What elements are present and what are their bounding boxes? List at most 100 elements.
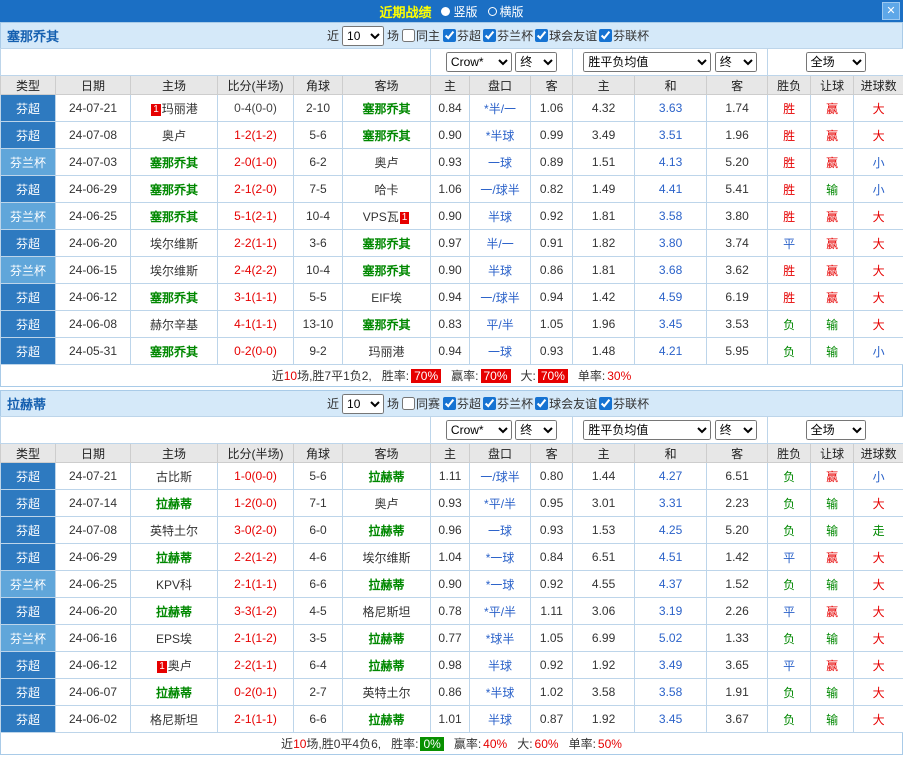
handicap-result-cell: 输 (810, 516, 855, 544)
league-filter[interactable]: 芬联杯 (599, 27, 649, 44)
goals-cell: 大 (853, 202, 903, 230)
home-team-cell: 拉赫蒂 (130, 678, 218, 706)
away-odds-cell: 0.92 (530, 651, 574, 679)
result-cell: 负 (767, 678, 812, 706)
league-checkbox[interactable] (535, 29, 549, 42)
same-checkbox[interactable] (402, 397, 416, 410)
handicap-cell: 半球 (469, 202, 532, 230)
handicap-result-cell: 赢 (810, 283, 855, 311)
rank-badge: 1 (399, 211, 410, 224)
same-filter[interactable]: 同赛 (402, 395, 440, 412)
away-team-cell: 埃尔维斯 (341, 543, 432, 571)
close-icon[interactable]: ✕ (882, 2, 900, 20)
corners-cell: 3-5 (293, 624, 343, 652)
column-header: 主 (430, 75, 471, 95)
scope-select[interactable]: 全场 (805, 420, 866, 440)
score-cell: 3-0(2-0) (217, 516, 294, 544)
score-cell: 2-1(1-1) (217, 570, 294, 598)
team-link: 拉赫蒂 (368, 523, 405, 538)
avg-home-cell: 3.49 (572, 121, 636, 149)
goals-cell: 大 (853, 624, 903, 652)
handicap-cell: 一/球半 (469, 175, 532, 203)
column-header: 进球数 (853, 75, 903, 95)
date-cell: 24-06-12 (55, 283, 131, 311)
table-row: 芬超 24-07-14 拉赫蒂 1-2(0-0) 7-1 奥卢 0.93 *平/半 0.95 3.… (0, 489, 903, 517)
layout-option-vertical[interactable]: 竖版 (441, 3, 478, 20)
date-cell: 24-07-21 (55, 462, 131, 490)
away-team-cell: 塞那乔其 (341, 229, 432, 257)
controls-row: Crow* 终 胜平负均值 终 全场 (0, 416, 903, 444)
avg-type-select[interactable]: 胜平负均值 (583, 420, 712, 440)
avg-away-cell: 5.20 (706, 516, 769, 544)
league-checkbox[interactable] (599, 29, 613, 42)
table-row: 芬超 24-06-29 拉赫蒂 2-2(1-2) 4-6 埃尔维斯 1.04 *一球 0.84 6… (0, 543, 903, 571)
league-checkbox[interactable] (443, 397, 457, 410)
league-checkbox[interactable] (443, 29, 457, 42)
games-label: 场 (387, 29, 400, 43)
team-link: 塞那乔其 (149, 182, 198, 197)
league-filter[interactable]: 芬超 (443, 395, 481, 412)
league-checkbox[interactable] (599, 397, 613, 410)
team-link: KPV科 (155, 577, 192, 592)
score-cell: 2-2(1-1) (217, 229, 294, 257)
corners-cell: 2-10 (293, 94, 343, 122)
odds-final-select[interactable]: 终 (515, 52, 558, 72)
avg-away-cell: 3.67 (706, 705, 769, 733)
same-filter[interactable]: 同主 (402, 27, 440, 44)
odds-company-select[interactable]: Crow* (445, 420, 512, 440)
avg-home-cell: 1.53 (572, 516, 636, 544)
summary-item-value: 50% (597, 736, 622, 751)
league-checkbox[interactable] (535, 397, 549, 410)
league-filter[interactable]: 芬兰杯 (483, 27, 533, 44)
league-filter[interactable]: 球会友谊 (535, 395, 597, 412)
same-filter-label: 同主 (416, 29, 441, 43)
table-row: 芬超 24-06-08 赫尔辛基 4-1(1-1) 13-10 塞那乔其 0.83 平/半 1.… (0, 310, 903, 338)
team-link: 拉赫蒂 (155, 496, 192, 511)
league-cell: 芬超 (0, 337, 56, 365)
league-filter[interactable]: 芬超 (443, 27, 481, 44)
recent-count-select[interactable]: 10 (342, 393, 385, 414)
scope-select[interactable]: 全场 (805, 52, 866, 72)
table-row: 芬超 24-06-29 塞那乔其 2-1(2-0) 7-5 哈卡 1.06 一/球半 0.82 1… (0, 175, 903, 203)
date-cell: 24-07-14 (55, 489, 131, 517)
controls-spacer (0, 416, 432, 444)
league-checkbox[interactable] (483, 397, 497, 410)
league-filter[interactable]: 球会友谊 (535, 27, 597, 44)
away-odds-cell: 0.93 (530, 337, 574, 365)
handicap-result-cell: 输 (810, 310, 855, 338)
odds-final-select[interactable]: 终 (515, 420, 558, 440)
away-odds-cell: 1.02 (530, 678, 574, 706)
page-title: 近期战绩 (379, 4, 432, 20)
league-filter[interactable]: 芬兰杯 (483, 395, 533, 412)
titlebar: 近期战绩 竖版 横版 ✕ (0, 0, 903, 22)
team-name: 塞那乔其 (7, 29, 60, 44)
goals-cell: 大 (853, 310, 903, 338)
avg-final-select[interactable]: 终 (714, 52, 757, 72)
league-checkbox[interactable] (483, 29, 497, 42)
home-odds-cell: 0.94 (430, 283, 471, 311)
league-filter-label: 芬联杯 (613, 397, 650, 411)
layout-option-horizontal[interactable]: 横版 (487, 3, 524, 20)
corners-cell: 7-1 (293, 489, 343, 517)
odds-company-select[interactable]: Crow* (445, 52, 512, 72)
away-team-cell: 拉赫蒂 (341, 624, 432, 652)
column-header-row: 类型 日期 主场 比分(半场) 角球 客场主盘口客主和客胜负 让球 进球数 (0, 443, 903, 463)
column-header: 胜负 (767, 443, 812, 463)
date-cell: 24-06-20 (55, 597, 131, 625)
avg-final-select[interactable]: 终 (714, 420, 757, 440)
recent-count-select[interactable]: 10 (342, 25, 385, 46)
team-link: 赫尔辛基 (149, 317, 198, 332)
league-filter[interactable]: 芬联杯 (599, 395, 649, 412)
league-cell: 芬超 (0, 310, 56, 338)
league-filter-label: 球会友谊 (549, 29, 598, 43)
summary-item-label: 大: (517, 737, 533, 751)
league-cell: 芬超 (0, 229, 56, 257)
avg-away-cell: 3.53 (706, 310, 769, 338)
summary-item-label: 胜率: (391, 737, 419, 751)
avg-type-select[interactable]: 胜平负均值 (583, 52, 712, 72)
same-checkbox[interactable] (402, 29, 416, 42)
table-row: 芬超 24-07-21 古比斯 1-0(0-0) 5-6 拉赫蒂 1.11 一/球半 0.80 1… (0, 462, 903, 490)
result-cell: 平 (767, 597, 812, 625)
league-cell: 芬超 (0, 516, 56, 544)
filter-bar: 近 10 场 同主 芬超 芬兰杯 球会友谊 芬联杯 (327, 23, 649, 48)
